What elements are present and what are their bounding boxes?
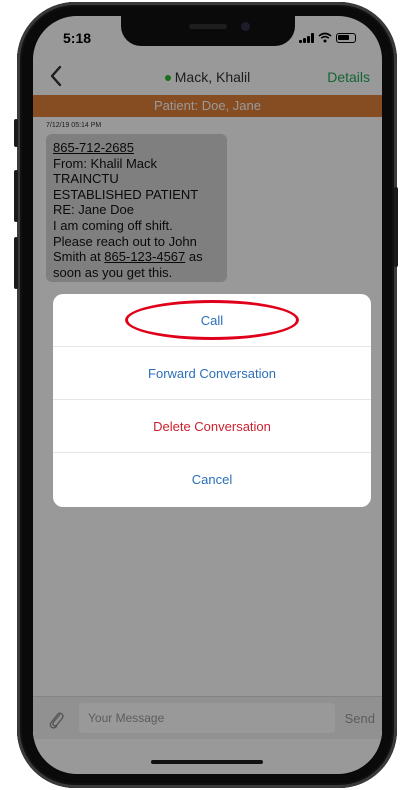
call-button[interactable]: Call bbox=[53, 294, 371, 347]
phone-screen: 5:18 Mack, Khalil Details Patient: Doe, … bbox=[33, 16, 382, 774]
action-sheet: Call Forward Conversation Delete Convers… bbox=[53, 294, 371, 507]
power-button bbox=[394, 187, 398, 267]
delete-conversation-button[interactable]: Delete Conversation bbox=[53, 400, 371, 453]
volume-down-button bbox=[14, 237, 18, 289]
cancel-label: Cancel bbox=[191, 471, 233, 487]
cancel-button[interactable]: Cancel bbox=[53, 453, 371, 505]
forward-conversation-label: Forward Conversation bbox=[148, 365, 276, 381]
call-label: Call bbox=[200, 312, 224, 328]
speaker-grille bbox=[189, 24, 227, 29]
notch bbox=[121, 16, 295, 46]
home-indicator[interactable] bbox=[151, 760, 263, 764]
forward-conversation-button[interactable]: Forward Conversation bbox=[53, 347, 371, 400]
volume-up-button bbox=[14, 170, 18, 222]
mute-switch bbox=[14, 119, 18, 147]
front-camera bbox=[241, 22, 250, 31]
delete-conversation-label: Delete Conversation bbox=[153, 418, 271, 434]
